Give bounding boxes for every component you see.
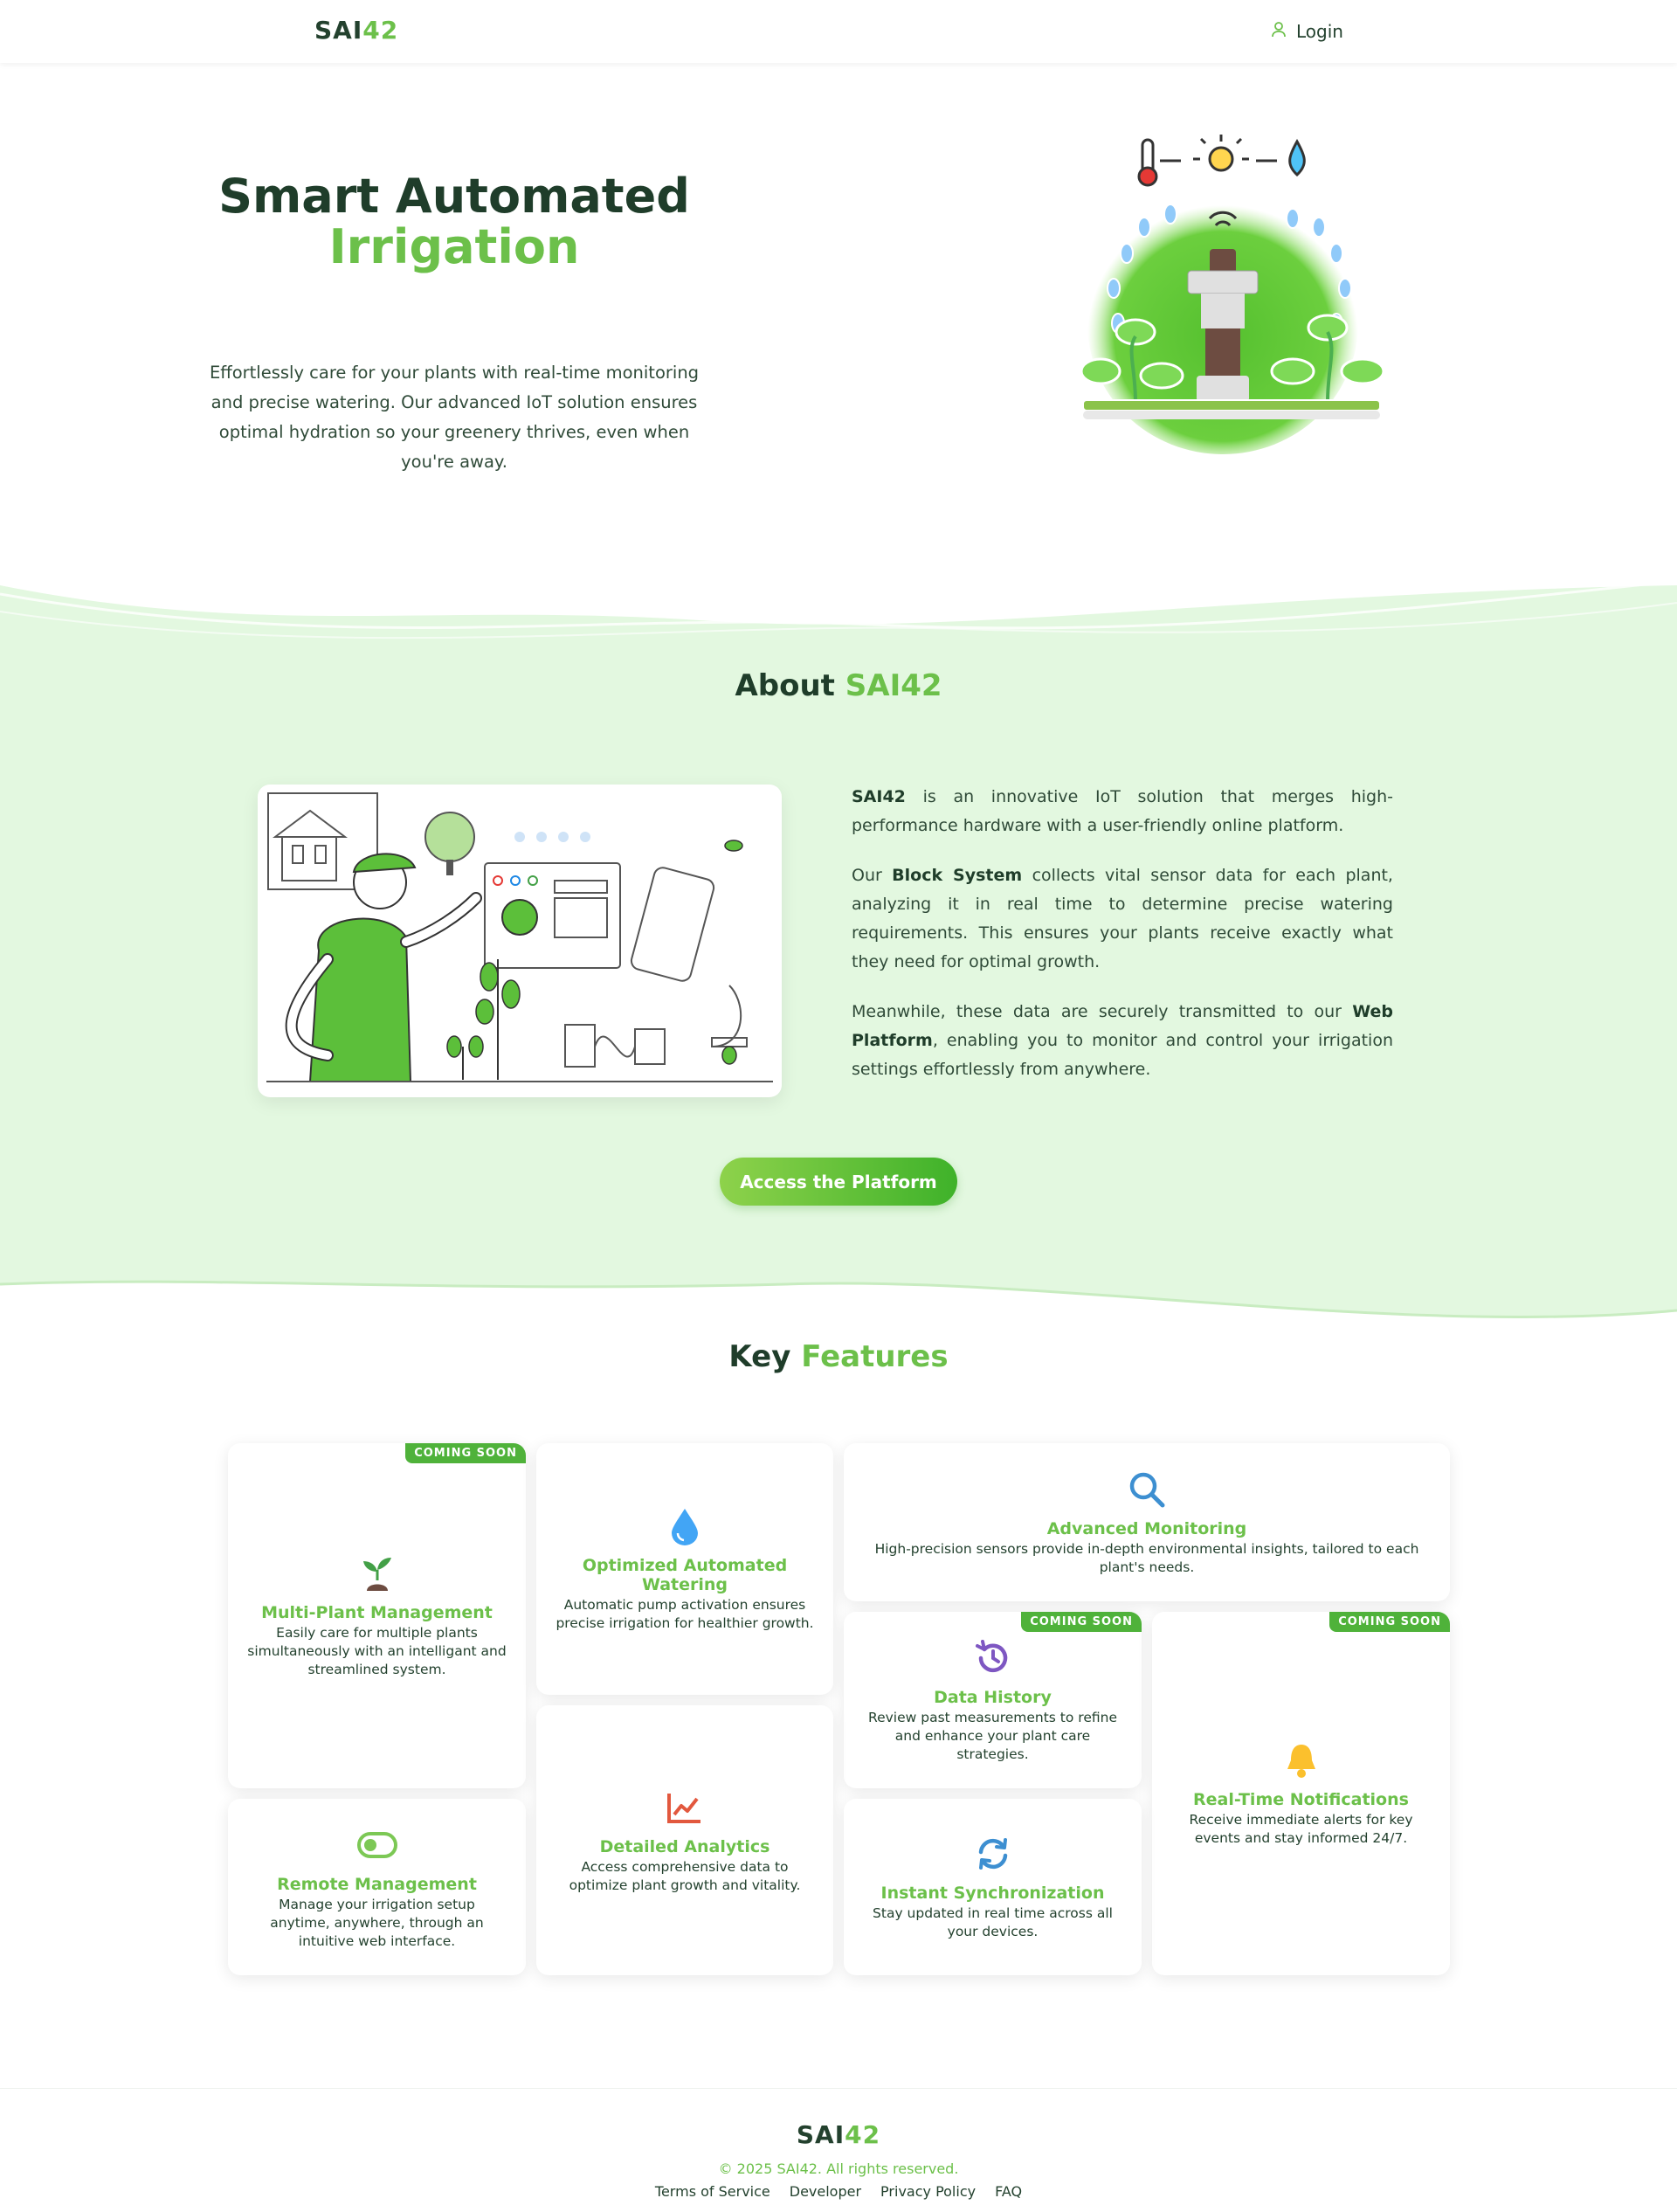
- feature-title: Multi-Plant Management: [261, 1603, 493, 1622]
- logo[interactable]: SAI42: [314, 16, 398, 45]
- bell-icon: [1280, 1739, 1322, 1781]
- about-title: About SAI42: [0, 668, 1677, 703]
- seedling-icon: [356, 1552, 398, 1594]
- feature-card-watering: Optimized Automated Watering Automatic p…: [536, 1443, 833, 1695]
- footer-logo-main: SAI: [796, 2120, 845, 2149]
- features-title-accent: Features: [801, 1339, 949, 1374]
- feature-title: Data History: [934, 1687, 1052, 1707]
- feature-card-sync: Instant Synchronization Stay updated in …: [844, 1799, 1142, 1975]
- feature-title: Real-Time Notifications: [1193, 1790, 1409, 1809]
- feature-description: Review past measurements to refine and e…: [868, 1709, 1117, 1762]
- footer-logo[interactable]: SAI42: [0, 2120, 1677, 2149]
- feature-card-analytics: Detailed Analytics Access comprehensive …: [536, 1705, 833, 1975]
- feature-description: Stay updated in real time across all you…: [873, 1905, 1113, 1939]
- copyright-text: © 2025 SAI42. All rights reserved.: [718, 2160, 959, 2177]
- logo-main: SAI: [314, 16, 363, 45]
- about-paragraph-3-text: , enabling you to monitor and control yo…: [852, 1031, 1393, 1079]
- toggle-icon: [356, 1824, 398, 1866]
- about-paragraph-1-text: is an innovative IoT solution that merge…: [852, 787, 1393, 835]
- feature-description: Automatic pump activation ensures precis…: [556, 1597, 814, 1631]
- faq-link[interactable]: FAQ: [995, 2183, 1022, 2200]
- feature-title: Advanced Monitoring: [1046, 1518, 1247, 1538]
- coming-soon-badge: COMING SOON: [1329, 1612, 1450, 1632]
- feature-card-monitoring: Advanced Monitoring High-precision senso…: [844, 1443, 1450, 1601]
- feature-title: Detailed Analytics: [599, 1836, 770, 1856]
- feature-description: Receive immediate alerts for key events …: [1189, 1812, 1413, 1846]
- coming-soon-badge: COMING SOON: [1021, 1612, 1142, 1632]
- privacy-policy-link[interactable]: Privacy Policy: [880, 2183, 976, 2200]
- gardener-illustration: [266, 792, 773, 1082]
- about-illustration-card: [258, 785, 782, 1097]
- about-paragraph-2: Our Block System collects vital sensor d…: [852, 861, 1393, 977]
- about-paragraph-1: SAI42 is an innovative IoT solution that…: [852, 783, 1393, 840]
- feature-description: Access comprehensive data to optimize pl…: [569, 1858, 801, 1893]
- user-icon: [1270, 21, 1287, 43]
- about-paragraph-3: Meanwhile, these data are securely trans…: [852, 998, 1393, 1084]
- terms-of-service-link[interactable]: Terms of Service: [655, 2183, 770, 2200]
- logo-accent: 42: [362, 16, 399, 45]
- footer-logo-accent: 42: [845, 2120, 881, 2149]
- about-brand-name: SAI42: [852, 787, 906, 806]
- feature-card-remote-management: Remote Management Manage your irrigation…: [228, 1799, 526, 1975]
- history-icon: [972, 1637, 1014, 1679]
- hero-title-line1: Smart Automated: [218, 169, 690, 224]
- sync-icon: [972, 1833, 1014, 1875]
- feature-description: Easily care for multiple plants simultan…: [247, 1625, 507, 1677]
- access-platform-button[interactable]: Access the Platform: [720, 1158, 957, 1206]
- features-title: Key Features: [0, 1339, 1677, 1374]
- coming-soon-badge: COMING SOON: [405, 1443, 526, 1463]
- search-icon: [1126, 1469, 1168, 1510]
- login-label: Login: [1296, 21, 1343, 42]
- about-paragraph-3-pre: Meanwhile, these data are securely trans…: [852, 1002, 1353, 1021]
- footer-links: Terms of Service Developer Privacy Polic…: [0, 2183, 1677, 2200]
- water-drop-icon: [664, 1505, 706, 1547]
- hero-title: Smart Automated Irrigation: [192, 171, 716, 273]
- footer: SAI42 © 2025 SAI42. All rights reserved.…: [0, 2088, 1677, 2212]
- hero-title-line2: Irrigation: [328, 219, 580, 274]
- feature-title: Remote Management: [277, 1874, 477, 1894]
- feature-card-data-history: COMING SOON Data History Review past mea…: [844, 1612, 1142, 1788]
- hero-irrigation-illustration: [1031, 122, 1432, 498]
- chart-line-icon: [664, 1787, 706, 1828]
- about-title-accent: SAI42: [845, 668, 942, 703]
- about-description: SAI42 is an innovative IoT solution that…: [852, 783, 1393, 1105]
- login-button[interactable]: Login: [1270, 17, 1343, 45]
- about-block-system: Block System: [892, 866, 1023, 885]
- features-title-main: Key: [728, 1339, 802, 1374]
- top-navbar: SAI42 Login: [0, 0, 1677, 63]
- feature-card-notifications: COMING SOON Real-Time Notifications Rece…: [1152, 1612, 1450, 1975]
- about-title-main: About: [735, 668, 845, 703]
- feature-card-multi-plant: COMING SOON Multi-Plant Management Easil…: [228, 1443, 526, 1788]
- feature-title: Instant Synchronization: [880, 1884, 1105, 1903]
- feature-title: Optimized Automated Watering: [582, 1556, 788, 1594]
- feature-description: High-precision sensors provide in-depth …: [874, 1540, 1419, 1575]
- developer-link[interactable]: Developer: [790, 2183, 861, 2200]
- feature-description: Manage your irrigation setup anytime, an…: [270, 1896, 484, 1949]
- hero-description: Effortlessly care for your plants with r…: [209, 363, 700, 472]
- about-paragraph-2-pre: Our: [852, 866, 893, 885]
